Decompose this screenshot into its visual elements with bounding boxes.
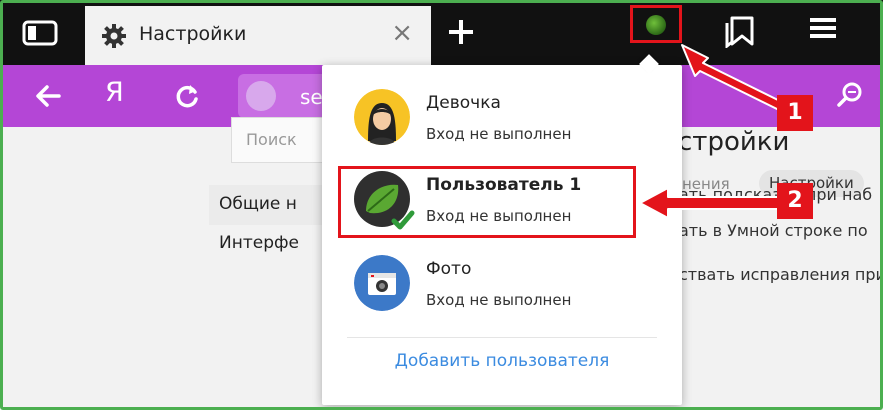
profile-name: Фото: [426, 259, 472, 279]
tab-close-button[interactable]: ×: [391, 20, 413, 46]
sidebar-toggle-button[interactable]: [22, 20, 58, 46]
page-title: стройки: [678, 127, 790, 157]
add-user-link[interactable]: Добавить пользователя: [322, 351, 682, 371]
highlight-box-profile: [338, 166, 636, 238]
nav-item-interface[interactable]: Интерфе: [219, 233, 299, 253]
setting-option[interactable]: ать в Умной строке по: [679, 221, 868, 240]
profile-status: Вход не выполнен: [426, 291, 572, 309]
setting-option[interactable]: ствать исправления при о: [679, 265, 883, 283]
camera-avatar-icon: [354, 255, 410, 311]
tab-title: Настройки: [139, 23, 247, 45]
nav-item-general[interactable]: Общие н: [209, 185, 324, 225]
callout-2: 2: [777, 183, 813, 219]
nav-item-label: Общие н: [219, 194, 297, 214]
profile-item-girl[interactable]: Девочка Вход не выполнен: [322, 85, 682, 165]
sidebar-icon: [22, 20, 58, 46]
bookmarks-icon[interactable]: [724, 14, 756, 48]
leaf-avatar-icon: [646, 15, 666, 35]
yandex-button[interactable]: Я: [105, 77, 124, 108]
divider: [347, 337, 657, 338]
plus-icon[interactable]: [444, 15, 478, 49]
setting-option[interactable]: ать подсказки при наб: [679, 185, 872, 204]
hamburger-icon[interactable]: [808, 16, 838, 40]
girl-avatar-icon: [354, 89, 410, 145]
tab-settings[interactable]: Настройки ×: [85, 6, 431, 65]
gear-icon: [102, 24, 126, 48]
profile-item-photo[interactable]: Фото Вход не выполнен: [322, 251, 682, 331]
reload-icon[interactable]: [172, 81, 202, 111]
callout-1: 1: [777, 95, 813, 131]
profile-button[interactable]: [630, 5, 682, 43]
profile-name: Девочка: [426, 93, 501, 113]
tab-strip: Настройки ×: [0, 0, 883, 65]
back-arrow-icon[interactable]: [33, 81, 63, 111]
search-placeholder: Поиск: [246, 130, 297, 149]
profile-status: Вход не выполнен: [426, 125, 572, 143]
settings-search-input[interactable]: Поиск: [231, 117, 331, 163]
